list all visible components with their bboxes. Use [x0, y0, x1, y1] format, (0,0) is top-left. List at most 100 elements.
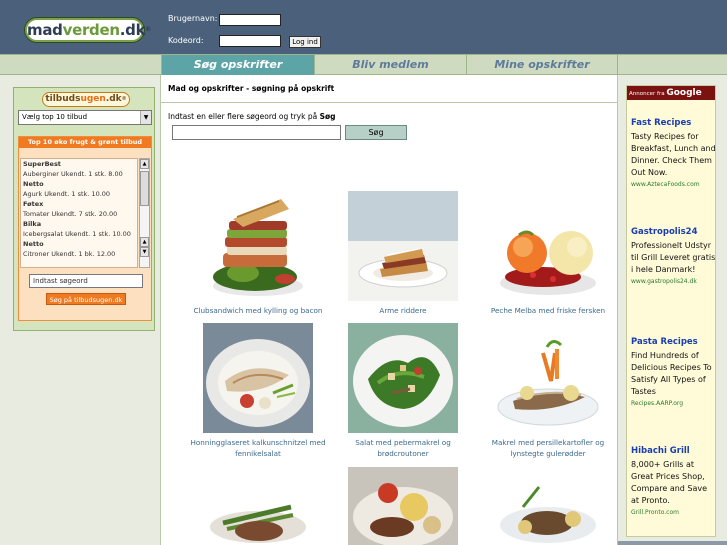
- offer-item[interactable]: Agurk Ukendt. 1 stk. 10.00: [21, 189, 137, 199]
- offers-panel-title: Top 10 øko frugt & grønt tilbud: [19, 137, 151, 148]
- recipe-caption[interactable]: Makrel med persillekartofler og lynstegt…: [478, 437, 618, 459]
- recipe-search-button[interactable]: Søg: [345, 125, 407, 140]
- recipe-card[interactable]: [478, 467, 618, 545]
- tilbudsugen-logo[interactable]: tilbudsugen.dk®: [42, 92, 130, 107]
- recipe-caption[interactable]: Clubsandwich med kylling og bacon: [188, 305, 328, 316]
- chevron-down-icon[interactable]: ▼: [140, 111, 151, 124]
- tilbud-logo-part2: ugen: [80, 94, 106, 104]
- offer-store-name: Netto: [23, 240, 44, 248]
- recipe-photo[interactable]: [203, 191, 313, 301]
- ad-url[interactable]: www.gastropolis24.dk: [631, 277, 717, 287]
- recipe-card[interactable]: Makrel med persillekartofler og lynstegt…: [478, 323, 618, 459]
- left-sidebar: tilbudsugen.dk® Vælg top 10 tilbud ▼ Top…: [0, 75, 161, 545]
- ad-text: Tasty Recipes for Breakfast, Lunch and D…: [631, 132, 716, 177]
- recipe-photo[interactable]: [203, 323, 313, 433]
- password-input[interactable]: [219, 35, 281, 47]
- main-content: Mad og opskrifter - søgning på opskrift …: [161, 75, 617, 545]
- ad-item[interactable]: Hibachi Grill 8,000+ Grills at Great Pri…: [631, 446, 717, 518]
- logo-reg: ®: [145, 26, 151, 33]
- logo-verden: verden: [62, 21, 120, 39]
- main-nav: Søg opskrifter Bliv medlem Mine opskrift…: [0, 54, 727, 75]
- offers-list[interactable]: SuperBest Auberginer Ukendt. 1 stk. 8.00 N…: [20, 158, 138, 268]
- ad-title[interactable]: Pasta Recipes: [631, 337, 717, 348]
- recipe-caption[interactable]: Salat med pebermakrel og brødcroutoner: [333, 437, 473, 459]
- top10-select[interactable]: Vælg top 10 tilbud ▼: [18, 110, 152, 125]
- ad-text: Find Hundreds of Delicious Recipes To Sa…: [631, 351, 712, 396]
- recipe-photo[interactable]: [348, 191, 458, 301]
- search-instructions-bold: Søg: [319, 112, 336, 121]
- offers-panel: Top 10 øko frugt & grønt tilbud SuperBes…: [18, 136, 152, 321]
- ad-url[interactable]: Grill.Pronto.com: [631, 508, 717, 518]
- recipe-card[interactable]: [333, 467, 473, 545]
- ad-item[interactable]: Pasta Recipes Find Hundreds of Delicious…: [631, 337, 717, 409]
- recipe-caption[interactable]: Honningglaseret kalkunschnitzel med fenn…: [188, 437, 328, 459]
- recipe-card[interactable]: [188, 467, 328, 545]
- ad-text: 8,000+ Grills at Great Prices Shop, Comp…: [631, 460, 708, 505]
- scroll-thumb[interactable]: [140, 171, 149, 206]
- recipe-photo[interactable]: [348, 323, 458, 433]
- tab-spacer: [617, 55, 727, 75]
- ads-label-prefix: Annoncer fra: [629, 91, 665, 97]
- recipe-search-input[interactable]: [172, 125, 341, 140]
- username-label: Brugernavn:: [168, 14, 218, 23]
- site-header: madverden.dk® Brugernavn: Kodeord: Log i…: [0, 0, 727, 54]
- tab-my-recipes[interactable]: Mine opskrifter: [466, 55, 617, 75]
- ad-url[interactable]: www.AztecaFoods.com: [631, 180, 717, 190]
- ads-by-google-label[interactable]: Annoncer fra Google: [627, 86, 715, 100]
- page-title: Mad og opskrifter - søgning på opskrift: [168, 84, 335, 93]
- offers-scrollbar[interactable]: ▲ ▲ ▼: [139, 158, 150, 268]
- recipe-card[interactable]: Peche Melba med friske fersken: [478, 191, 618, 316]
- recipe-caption[interactable]: Peche Melba med friske fersken: [478, 305, 618, 316]
- tilbud-logo-reg: ®: [121, 96, 127, 102]
- logo-mad: mad: [27, 21, 63, 39]
- ad-text: Professionelt Udstyr til Grill Leveret g…: [631, 241, 716, 274]
- ad-title[interactable]: Gastropolis24: [631, 227, 717, 238]
- tab-become-member[interactable]: Bliv medlem: [314, 55, 466, 75]
- username-input[interactable]: [219, 14, 281, 26]
- offer-store-name: Netto: [23, 180, 44, 188]
- search-instructions-text: Indtast en eller flere søgeord og tryk p…: [168, 112, 318, 121]
- logo-dk: .dk: [119, 21, 146, 39]
- ad-title[interactable]: Fast Recipes: [631, 118, 717, 129]
- offer-search-input[interactable]: Indtast søgeord: [29, 274, 143, 288]
- recipe-photo[interactable]: [493, 323, 603, 433]
- right-bottom-bar: [618, 541, 727, 545]
- scroll-up-icon-lower[interactable]: ▲: [140, 237, 149, 247]
- offer-item[interactable]: Tomater Ukendt. 7 stk. 20.00: [21, 209, 137, 219]
- scroll-up-icon[interactable]: ▲: [140, 159, 149, 169]
- ad-title[interactable]: Hibachi Grill: [631, 446, 717, 457]
- login-button[interactable]: Log ind: [289, 36, 321, 48]
- top10-select-value: Vælg top 10 tilbud: [22, 113, 88, 121]
- google-ads: Annoncer fra Google Fast Recipes Tasty R…: [626, 85, 716, 537]
- offer-item[interactable]: Icebergsalat Ukendt. 1 stk. 10.00: [21, 229, 137, 239]
- tab-search-recipes[interactable]: Søg opskrifter: [161, 55, 314, 75]
- tilbud-logo-part3: .dk: [105, 94, 122, 104]
- right-sidebar: Annoncer fra Google Fast Recipes Tasty R…: [617, 75, 727, 545]
- ad-item[interactable]: Fast Recipes Tasty Recipes for Breakfast…: [631, 118, 717, 190]
- recipe-photo[interactable]: [493, 191, 603, 301]
- recipe-caption[interactable]: Arme riddere: [333, 305, 473, 316]
- search-instructions: Indtast en eller flere søgeord og tryk p…: [168, 112, 336, 121]
- recipe-card[interactable]: Honningglaseret kalkunschnitzel med fenn…: [188, 323, 328, 459]
- ad-url[interactable]: Recipes.AARP.org: [631, 399, 717, 409]
- recipe-photo[interactable]: [348, 467, 458, 545]
- recipe-card[interactable]: Arme riddere: [333, 191, 473, 316]
- recipe-photo[interactable]: [493, 467, 603, 545]
- madverden-logo[interactable]: madverden.dk®: [25, 18, 151, 42]
- tilbud-logo-part1: tilbuds: [45, 94, 81, 104]
- offer-store-name: Føtex: [23, 200, 44, 208]
- heading-divider: [161, 102, 617, 103]
- tilbudsugen-widget: tilbudsugen.dk® Vælg top 10 tilbud ▼ Top…: [13, 87, 155, 331]
- offer-store-name: SuperBest: [23, 160, 61, 168]
- ad-item[interactable]: Gastropolis24 Professionelt Udstyr til G…: [631, 227, 717, 287]
- recipe-card[interactable]: Clubsandwich med kylling og bacon: [188, 191, 328, 316]
- password-label: Kodeord:: [168, 36, 204, 45]
- recipe-photo[interactable]: [203, 467, 313, 545]
- google-logo: Google: [666, 88, 702, 98]
- offer-item[interactable]: Citroner Ukendt. 1 bk. 12.00: [21, 249, 137, 259]
- offer-item[interactable]: Auberginer Ukendt. 1 stk. 8.00: [21, 169, 137, 179]
- offer-store-name: Bilka: [23, 220, 42, 228]
- scroll-down-icon[interactable]: ▼: [140, 247, 149, 257]
- recipe-card[interactable]: Salat med pebermakrel og brødcroutoner: [333, 323, 473, 459]
- offer-search-button[interactable]: Søg på tilbudsugen.dk: [46, 293, 126, 305]
